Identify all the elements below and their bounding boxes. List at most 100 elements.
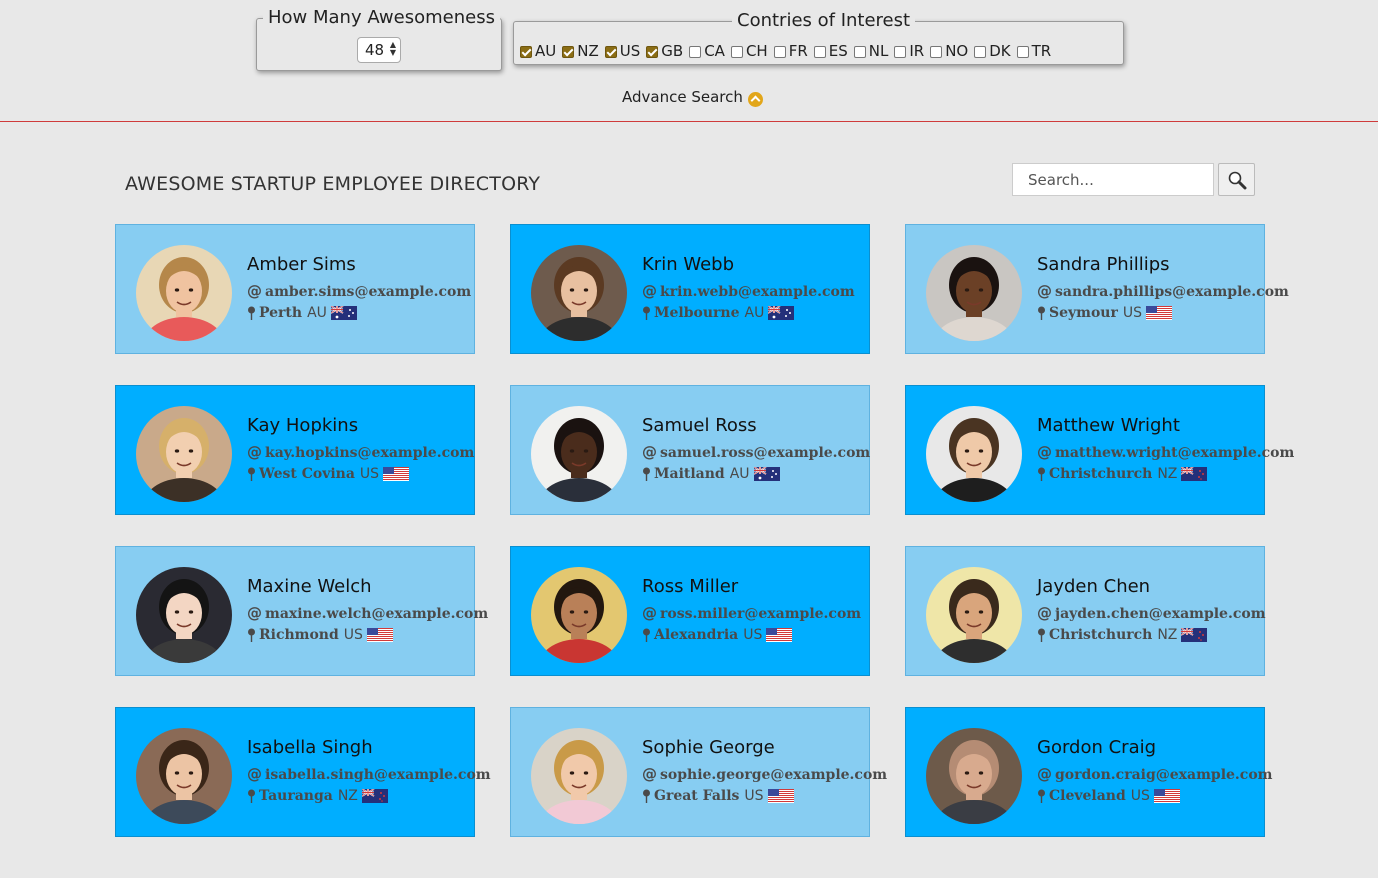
- employee-country: NZ: [1157, 466, 1178, 482]
- email-text: ross.miller@example.com: [660, 606, 862, 622]
- map-pin-icon: [642, 306, 651, 320]
- employee-city: Christchurch: [1049, 627, 1153, 643]
- country-option-us[interactable]: US: [604, 42, 640, 60]
- employee-card[interactable]: Sophie George @ sophie.george@example.com G…: [510, 707, 887, 837]
- country-option-ca[interactable]: CA: [689, 42, 725, 60]
- country-option-tr[interactable]: TR: [1016, 42, 1051, 60]
- avatar: [136, 245, 232, 341]
- at-icon: @: [247, 282, 262, 300]
- country-option-nl[interactable]: NL: [853, 42, 888, 60]
- employee-card[interactable]: Samuel Ross @ samuel.ross@example.com Maitl…: [510, 385, 870, 515]
- avatar-photo: [136, 728, 232, 824]
- employee-name: Ross Miller: [642, 576, 739, 597]
- country-checkbox[interactable]: [974, 46, 987, 58]
- employee-card[interactable]: Jayden Chen @ jayden.chen@example.com Chris…: [905, 546, 1266, 676]
- country-checkbox[interactable]: [646, 46, 659, 58]
- country-checkbox[interactable]: [853, 46, 866, 58]
- country-checkbox[interactable]: [894, 46, 907, 58]
- employee-card[interactable]: Gordon Craig @ gordon.craig@example.com Cle…: [905, 707, 1272, 837]
- us-flag-icon: [1153, 789, 1180, 803]
- country-checkbox[interactable]: [730, 46, 743, 58]
- at-icon: @: [1037, 282, 1052, 300]
- employee-card[interactable]: Sandra Phillips @ sandra.phillips@example.…: [905, 224, 1289, 354]
- nz-flag-icon: [361, 789, 388, 803]
- how-many-stepper[interactable]: 48 ▲ ▼: [357, 37, 401, 63]
- employee-country: AU: [307, 305, 327, 321]
- employee-grid: Amber Sims @ amber.sims@example.com Perth AU…: [115, 224, 1294, 837]
- chevron-up-icon[interactable]: [747, 91, 763, 107]
- employee-card[interactable]: Kay Hopkins @ kay.hopkins@example.com West …: [115, 385, 475, 515]
- employee-email: @ sandra.phillips@example.com: [1037, 282, 1289, 300]
- employee-country: AU: [744, 305, 765, 321]
- country-option-no[interactable]: NO: [930, 42, 968, 60]
- employee-card[interactable]: Maxine Welch @ maxine.welch@example.com Ric…: [115, 546, 488, 676]
- avatar: [531, 567, 627, 663]
- employee-city: Perth: [259, 305, 303, 321]
- country-option-ir[interactable]: IR: [894, 42, 924, 60]
- au-flag-icon: [753, 467, 780, 481]
- avatar-photo: [926, 567, 1022, 663]
- header-divider: [0, 121, 1378, 122]
- employee-country: US: [1130, 788, 1150, 804]
- search-button[interactable]: [1218, 163, 1255, 196]
- country-checkbox[interactable]: [813, 46, 826, 58]
- employee-location: Seymour US: [1037, 305, 1172, 321]
- employee-email: @ samuel.ross@example.com: [642, 443, 870, 461]
- country-checkbox[interactable]: [562, 46, 575, 58]
- advance-search-toggle[interactable]: Advance Search: [622, 88, 763, 107]
- employee-location: Maitland AU: [642, 466, 780, 482]
- country-option-nz[interactable]: NZ: [562, 42, 599, 60]
- map-pin-icon: [247, 306, 256, 320]
- country-checkbox[interactable]: [520, 46, 532, 58]
- country-checkbox[interactable]: [1016, 46, 1029, 58]
- country-checkbox[interactable]: [930, 46, 943, 58]
- search-input[interactable]: [1012, 163, 1214, 196]
- country-checkbox[interactable]: [604, 46, 617, 58]
- employee-card[interactable]: Amber Sims @ amber.sims@example.com Perth AU: [115, 224, 475, 354]
- at-icon: @: [1037, 765, 1052, 783]
- employee-name: Maxine Welch: [247, 576, 372, 597]
- employee-card[interactable]: Matthew Wright @ matthew.wright@example.co…: [905, 385, 1294, 515]
- employee-card[interactable]: Krin Webb @ krin.webb@example.com Melbourne…: [510, 224, 870, 354]
- avatar: [926, 245, 1022, 341]
- country-option-au[interactable]: AU: [520, 42, 556, 60]
- employee-name: Matthew Wright: [1037, 415, 1180, 436]
- map-pin-icon: [1037, 789, 1046, 803]
- email-text: samuel.ross@example.com: [660, 445, 871, 461]
- employee-country: US: [343, 627, 363, 643]
- employee-email: @ jayden.chen@example.com: [1037, 604, 1266, 622]
- at-icon: @: [247, 765, 262, 783]
- employee-card[interactable]: Ross Miller @ ross.miller@example.com Alexa…: [510, 546, 870, 676]
- employee-city: Christchurch: [1049, 466, 1153, 482]
- country-option-ch[interactable]: CH: [730, 42, 768, 60]
- at-icon: @: [1037, 443, 1052, 461]
- email-text: matthew.wright@example.com: [1055, 445, 1295, 461]
- employee-location: West Covina US: [247, 466, 410, 482]
- employee-card[interactable]: Isabella Singh @ isabella.singh@example.co…: [115, 707, 491, 837]
- avatar-photo: [136, 245, 232, 341]
- country-option-fr[interactable]: FR: [773, 42, 808, 60]
- employee-email: @ isabella.singh@example.com: [247, 765, 491, 783]
- employee-location: Alexandria US: [642, 627, 793, 643]
- nz-flag-icon: [1181, 467, 1208, 481]
- country-option-es[interactable]: ES: [813, 42, 848, 60]
- email-text: gordon.craig@example.com: [1055, 767, 1273, 783]
- email-text: sandra.phillips@example.com: [1055, 284, 1289, 300]
- country-checkbox[interactable]: [773, 46, 786, 58]
- employee-email: @ amber.sims@example.com: [247, 282, 471, 300]
- us-flag-icon: [1146, 306, 1172, 320]
- country-checkbox[interactable]: [689, 46, 702, 58]
- at-icon: @: [642, 604, 657, 622]
- employee-name: Sophie George: [642, 737, 775, 758]
- us-flag-icon: [383, 467, 410, 481]
- country-label: NO: [945, 42, 969, 60]
- advance-search-label: Advance Search: [622, 88, 743, 106]
- country-option-dk[interactable]: DK: [974, 42, 1011, 60]
- employee-name: Samuel Ross: [642, 415, 757, 436]
- country-option-gb[interactable]: GB: [646, 42, 683, 60]
- spin-arrows-icon[interactable]: ▲ ▼: [390, 41, 396, 57]
- email-text: maxine.welch@example.com: [265, 606, 489, 622]
- employee-city: Cleveland: [1049, 788, 1126, 804]
- countries-fieldset: Contries of Interest AU NZ US GB CA CH FR ES NL I…: [513, 10, 1124, 65]
- employee-location: Melbourne AU: [642, 305, 795, 321]
